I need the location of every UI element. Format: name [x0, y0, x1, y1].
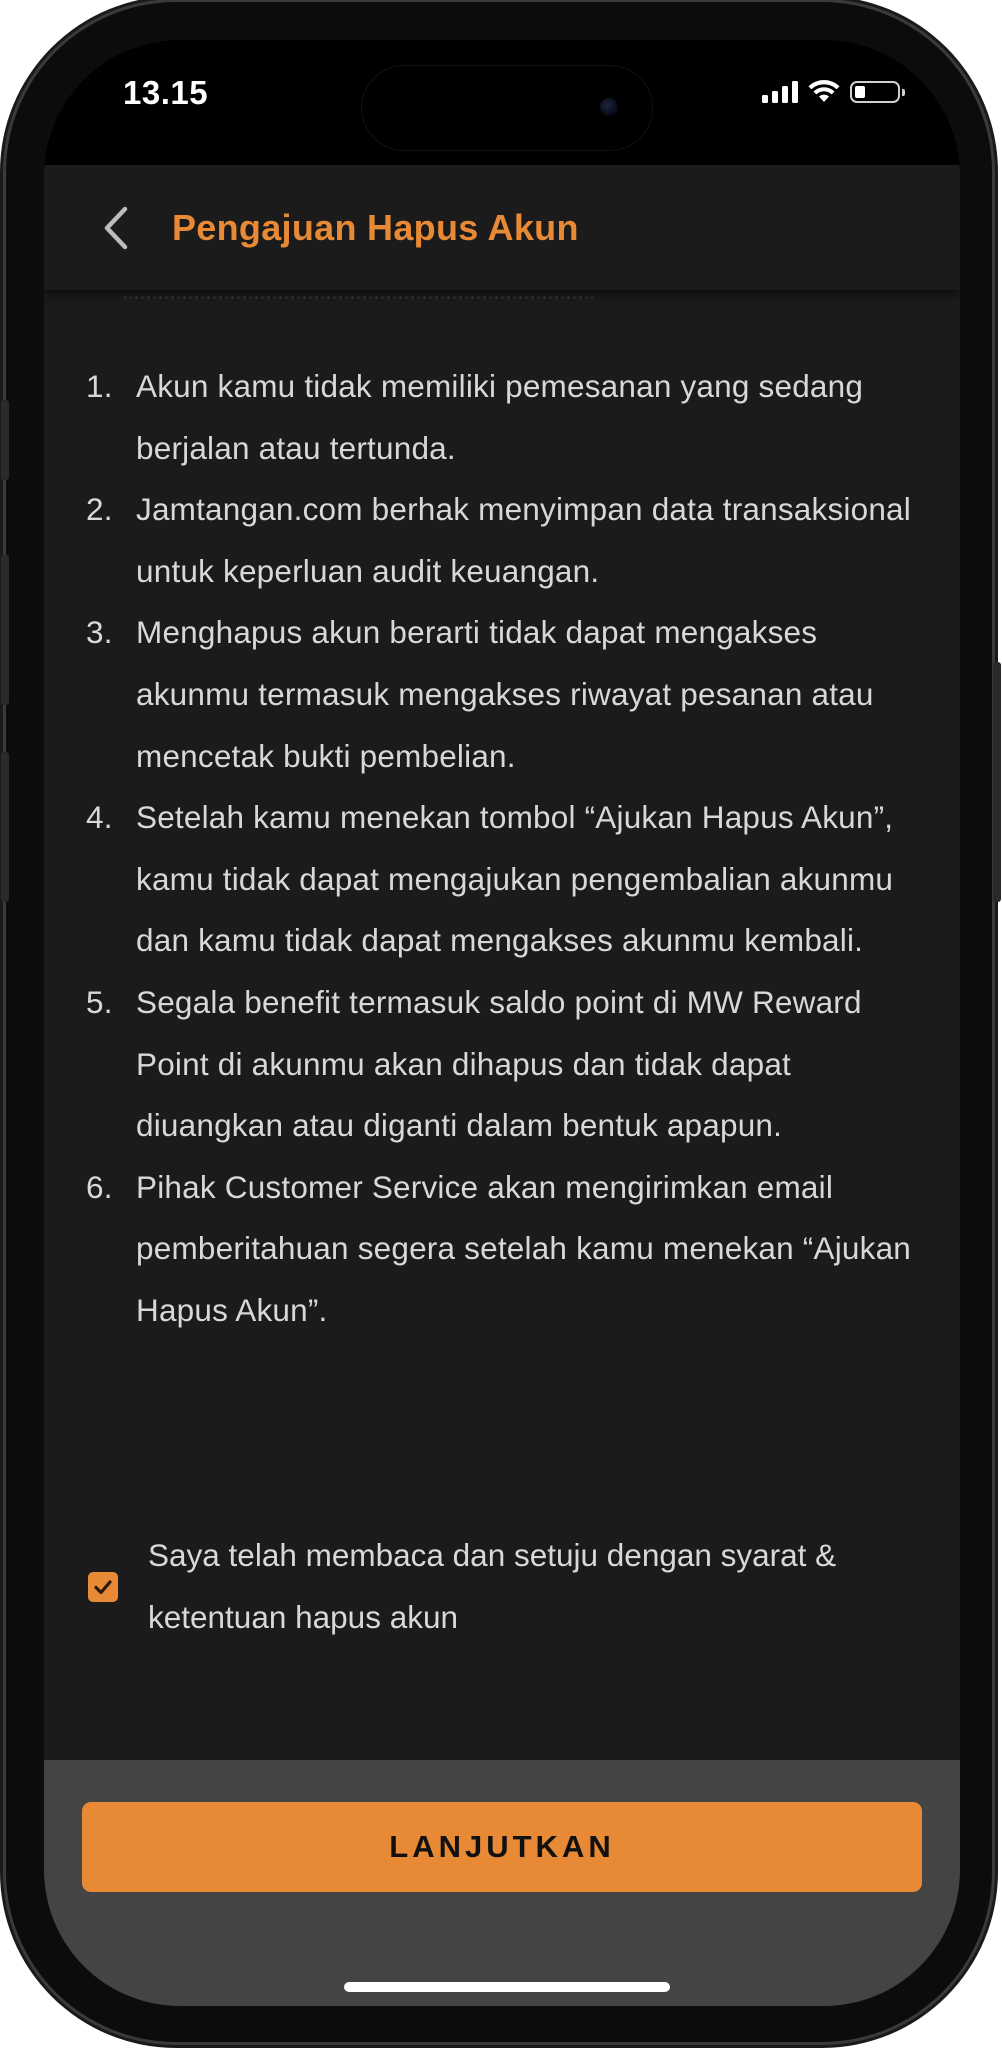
list-item-number: 3. — [86, 614, 113, 651]
continue-button[interactable]: LANJUTKAN — [82, 1802, 922, 1892]
battery-icon — [850, 81, 905, 103]
status-time: 13.15 — [123, 74, 209, 111]
terms-content[interactable]: 1. Akun kamu tidak memiliki pemesanan ya… — [44, 290, 960, 1760]
list-item-number: 2. — [86, 491, 113, 528]
chevron-left-icon — [104, 206, 128, 249]
action-button — [1, 400, 9, 480]
agreement-row[interactable]: Saya telah membaca dan setuju dengan sya… — [86, 1525, 916, 1648]
list-item-text: Pihak Customer Service akan mengirimkan … — [136, 1168, 912, 1328]
list-item-text: Menghapus akun berarti tidak dapat menga… — [136, 614, 874, 774]
app-header: Pengajuan Hapus Akun — [44, 165, 960, 290]
page-title: Pengajuan Hapus Akun — [172, 206, 579, 248]
list-item-text: Segala benefit termasuk saldo point di M… — [136, 983, 862, 1144]
volume-up-button — [1, 555, 9, 705]
list-item-number: 4. — [86, 799, 113, 836]
checkmark-icon — [94, 1579, 112, 1594]
volume-down-button — [1, 752, 9, 902]
list-item: 6. Pihak Customer Service akan mengirimk… — [86, 1157, 916, 1342]
screen: 13.15 Pengajuan Hapus Akun 1. Akun kamu … — [44, 40, 960, 2006]
list-item-number: 1. — [86, 368, 113, 404]
list-item: 1. Akun kamu tidak memiliki pemesanan ya… — [86, 356, 916, 479]
list-item-number: 5. — [86, 983, 113, 1020]
power-button — [993, 662, 1001, 902]
camera-icon — [600, 98, 618, 116]
wifi-icon — [808, 80, 840, 102]
list-item: 4. Setelah kamu menekan tombol “Ajukan H… — [86, 787, 916, 972]
dynamic-island — [362, 66, 652, 150]
status-icons — [762, 80, 905, 104]
list-item: 3. Menghapus akun berarti tidak dapat me… — [86, 602, 916, 787]
list-item-number: 6. — [86, 1168, 113, 1205]
agreement-checkbox[interactable] — [88, 1571, 118, 1602]
home-indicator[interactable] — [344, 1982, 670, 1992]
list-item-text: Setelah kamu menekan tombol “Ajukan Hapu… — [136, 799, 894, 959]
list-item: 5. Segala benefit termasuk saldo point d… — [86, 972, 916, 1157]
bottom-action-bar: LANJUTKAN — [44, 1760, 960, 2006]
list-item-text: Jamtangan.com berhak menyimpan data tran… — [136, 491, 911, 589]
scrolled-text-remnant — [124, 290, 594, 299]
list-item: 2. Jamtangan.com berhak menyimpan data t… — [86, 479, 916, 602]
list-item-text: Akun kamu tidak memiliki pemesanan yang … — [136, 368, 864, 466]
phone-frame: 13.15 Pengajuan Hapus Akun 1. Akun kamu … — [6, 2, 992, 2042]
back-button[interactable] — [86, 198, 146, 258]
cellular-signal-icon — [762, 81, 798, 103]
terms-list: 1. Akun kamu tidak memiliki pemesanan ya… — [86, 356, 916, 1342]
agreement-label: Saya telah membaca dan setuju dengan sya… — [148, 1537, 837, 1635]
